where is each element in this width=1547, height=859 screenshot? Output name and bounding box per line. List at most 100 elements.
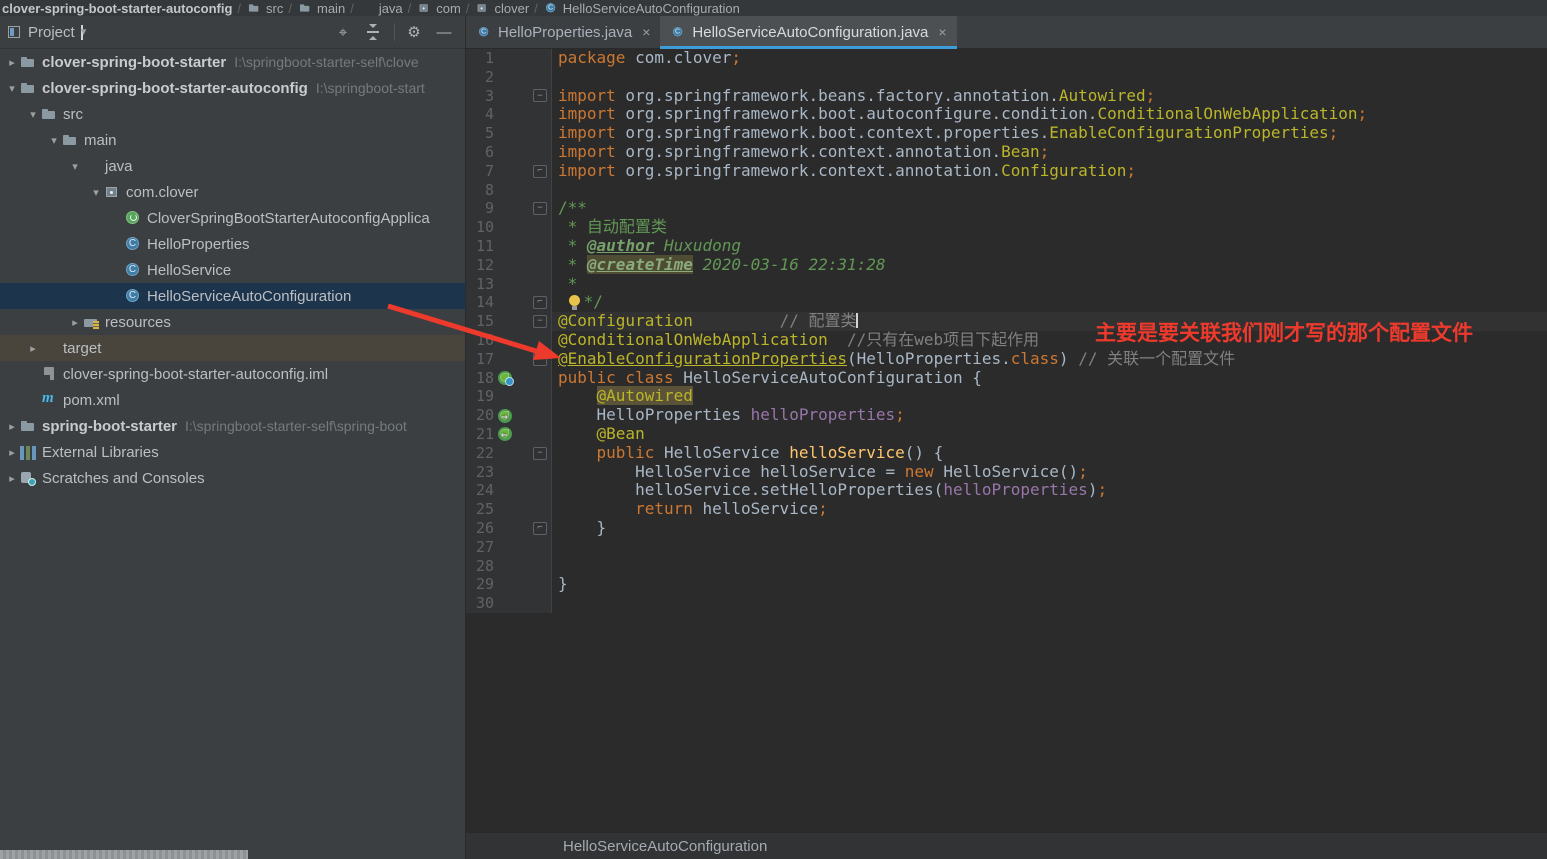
line-number[interactable]: 1 bbox=[466, 49, 494, 68]
tab-close-icon[interactable]: × bbox=[642, 24, 650, 40]
fold-start-icon[interactable]: − bbox=[533, 202, 547, 215]
bean-out-gutter-icon[interactable]: → bbox=[498, 408, 524, 424]
code-text[interactable]: public class HelloServiceAutoConfigurati… bbox=[552, 369, 1547, 388]
breadcrumb-item-com[interactable]: com bbox=[414, 0, 463, 16]
settings-button[interactable]: ⚙ bbox=[403, 21, 425, 43]
project-tree[interactable]: ▸clover-spring-boot-starterI:\springboot… bbox=[0, 49, 465, 491]
line-number[interactable]: 15 bbox=[466, 312, 494, 331]
tab-HelloServiceAutoConfiguration.java[interactable]: HelloServiceAutoConfiguration.java× bbox=[660, 16, 956, 48]
line-number[interactable]: 4 bbox=[466, 105, 494, 124]
locate-button[interactable]: ⌖ bbox=[332, 21, 354, 43]
code-text[interactable]: @EnableConfigurationProperties(HelloProp… bbox=[552, 350, 1547, 369]
tree-item-resources[interactable]: ▸resources bbox=[0, 309, 465, 335]
editor-breadcrumb-class[interactable]: HelloServiceAutoConfiguration bbox=[563, 838, 767, 855]
code-text[interactable]: } bbox=[552, 519, 1547, 538]
line-number[interactable]: 27 bbox=[466, 538, 494, 557]
fold-end-icon[interactable]: ⌐ bbox=[533, 522, 547, 535]
code-text[interactable]: import org.springframework.beans.factory… bbox=[552, 87, 1547, 106]
hide-button[interactable]: — bbox=[433, 21, 455, 43]
code-text[interactable]: */ bbox=[552, 293, 1547, 312]
line-number[interactable]: 17 bbox=[466, 350, 494, 369]
line-number[interactable]: 9 bbox=[466, 199, 494, 218]
line-number[interactable]: 18 bbox=[466, 369, 494, 388]
line-number[interactable]: 30 bbox=[466, 594, 494, 613]
fold-start-icon[interactable]: − bbox=[533, 315, 547, 328]
bean-in-gutter-icon[interactable]: → bbox=[498, 426, 524, 442]
breadcrumb-item-HelloServiceAutoConfiguration[interactable]: HelloServiceAutoConfiguration bbox=[541, 0, 742, 16]
code-text[interactable] bbox=[552, 181, 1547, 200]
tree-item-target[interactable]: ▸target bbox=[0, 335, 465, 361]
code-text[interactable]: * @author Huxudong bbox=[552, 237, 1547, 256]
line-number[interactable]: 13 bbox=[466, 275, 494, 294]
line-number[interactable]: 7 bbox=[466, 162, 494, 181]
line-number[interactable]: 23 bbox=[466, 463, 494, 482]
line-number[interactable]: 2 bbox=[466, 68, 494, 87]
code-text[interactable]: /** bbox=[552, 199, 1547, 218]
tree-item-src[interactable]: ▾src bbox=[0, 101, 465, 127]
code-text[interactable]: import org.springframework.boot.autoconf… bbox=[552, 105, 1547, 124]
code-text[interactable]: public HelloService helloService() { bbox=[552, 444, 1547, 463]
code-text[interactable] bbox=[552, 594, 1547, 613]
fold-start-icon[interactable]: − bbox=[533, 447, 547, 460]
line-number[interactable]: 10 bbox=[466, 218, 494, 237]
code-text[interactable]: * 自动配置类 bbox=[552, 218, 1547, 237]
code-text[interactable]: } bbox=[552, 575, 1547, 594]
code-text[interactable] bbox=[552, 538, 1547, 557]
project-dropdown-icon[interactable]: ▾ bbox=[81, 25, 83, 40]
tab-close-icon[interactable]: × bbox=[938, 24, 946, 40]
line-number[interactable]: 28 bbox=[466, 557, 494, 576]
tree-item-pom.xml[interactable]: pom.xml bbox=[0, 387, 465, 413]
project-tree-hscrollbar[interactable] bbox=[0, 850, 248, 859]
code-text[interactable] bbox=[552, 557, 1547, 576]
tree-item-CloverSpringBootStarterAutoconfigApplica[interactable]: CloverSpringBootStarterAutoconfigApplica bbox=[0, 205, 465, 231]
code-text[interactable]: return helloService; bbox=[552, 500, 1547, 519]
tree-item-java[interactable]: ▾java bbox=[0, 153, 465, 179]
collapse-all-button[interactable] bbox=[362, 21, 384, 43]
breadcrumb-item-clover[interactable]: clover bbox=[472, 0, 531, 16]
tree-item-HelloServiceAutoConfiguration[interactable]: HelloServiceAutoConfiguration bbox=[0, 283, 465, 309]
tree-item-HelloService[interactable]: HelloService bbox=[0, 257, 465, 283]
line-number[interactable]: 14 bbox=[466, 293, 494, 312]
code-text[interactable]: helloService.setHelloProperties(helloPro… bbox=[552, 481, 1547, 500]
line-number[interactable]: 12 bbox=[466, 256, 494, 275]
line-number[interactable]: 25 bbox=[466, 500, 494, 519]
tree-item-com.clover[interactable]: ▾com.clover bbox=[0, 179, 465, 205]
tree-item-External Libraries[interactable]: ▸External Libraries bbox=[0, 439, 465, 465]
fold-end-icon[interactable]: ⌐ bbox=[533, 296, 547, 309]
tree-item-clover-spring-boot-starter-autoconfig.iml[interactable]: clover-spring-boot-starter-autoconfig.im… bbox=[0, 361, 465, 387]
line-number[interactable]: 29 bbox=[466, 575, 494, 594]
bean-gutter-icon[interactable] bbox=[498, 370, 524, 386]
line-number[interactable]: 24 bbox=[466, 481, 494, 500]
tree-item-Scratches and Consoles[interactable]: ▸Scratches and Consoles bbox=[0, 465, 465, 491]
line-number[interactable]: 22 bbox=[466, 444, 494, 463]
code-text[interactable]: * @createTime 2020-03-16 22:31:28 bbox=[552, 256, 1547, 275]
breadcrumb-item-clover-spring-boot-starter-autoconfig[interactable]: clover-spring-boot-starter-autoconfig bbox=[0, 1, 234, 16]
breadcrumb-item-src[interactable]: src bbox=[244, 0, 285, 16]
fold-start-icon[interactable]: − bbox=[533, 89, 547, 102]
breadcrumb-item-java[interactable]: java bbox=[357, 0, 405, 16]
tree-item-HelloProperties[interactable]: HelloProperties bbox=[0, 231, 465, 257]
line-number[interactable]: 5 bbox=[466, 124, 494, 143]
line-number[interactable]: 21 bbox=[466, 425, 494, 444]
line-number[interactable]: 19 bbox=[466, 387, 494, 406]
code-text[interactable]: HelloService helloService = new HelloSer… bbox=[552, 463, 1547, 482]
fold-start-icon[interactable]: − bbox=[533, 353, 547, 366]
code-text[interactable]: @Autowired bbox=[552, 387, 1547, 406]
line-number[interactable]: 26 bbox=[466, 519, 494, 538]
code-text[interactable]: @Bean bbox=[552, 425, 1547, 444]
code-text[interactable]: import org.springframework.context.annot… bbox=[552, 162, 1547, 181]
line-number[interactable]: 8 bbox=[466, 181, 494, 200]
tree-item-clover-spring-boot-starter-autoconfig[interactable]: ▾clover-spring-boot-starter-autoconfigI:… bbox=[0, 75, 465, 101]
line-number[interactable]: 20 bbox=[466, 406, 494, 425]
tab-HelloProperties.java[interactable]: HelloProperties.java× bbox=[466, 16, 660, 48]
code-text[interactable] bbox=[552, 68, 1547, 87]
fold-end-icon[interactable]: ⌐ bbox=[533, 165, 547, 178]
line-number[interactable]: 16 bbox=[466, 331, 494, 350]
line-number[interactable]: 3 bbox=[466, 87, 494, 106]
code-text[interactable]: import org.springframework.context.annot… bbox=[552, 143, 1547, 162]
breadcrumb-item-main[interactable]: main bbox=[295, 0, 347, 16]
code-text[interactable]: HelloProperties helloProperties; bbox=[552, 406, 1547, 425]
code-text[interactable]: package com.clover; bbox=[552, 49, 1547, 68]
intention-bulb-icon[interactable] bbox=[568, 295, 582, 310]
line-number[interactable]: 6 bbox=[466, 143, 494, 162]
